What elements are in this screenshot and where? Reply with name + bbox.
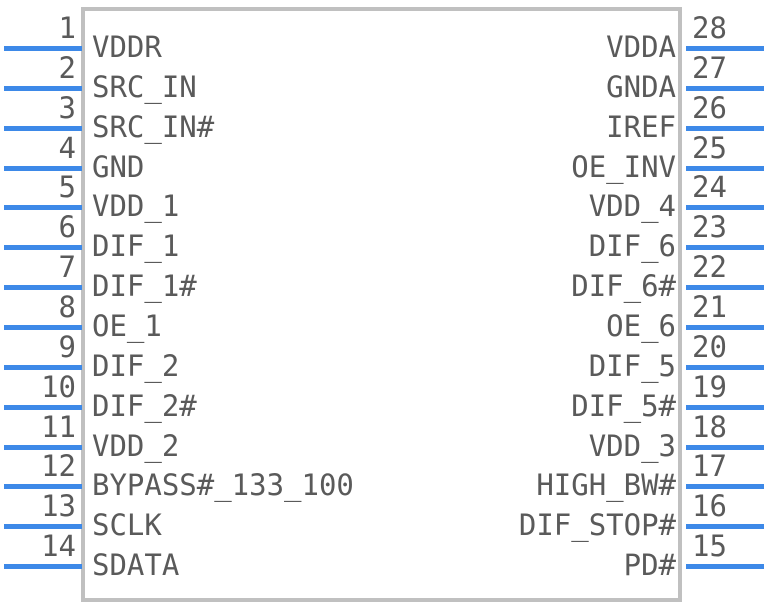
pin-number-21: 21 xyxy=(692,289,727,324)
pin-label-5: VDD_1 xyxy=(92,189,180,224)
schematic-symbol-canvas: 1 VDDR 2 SRC_IN 3 SRC_IN# 4 GND 5 VDD_1 6 DIF_1 7 DIF… xyxy=(0,0,768,612)
pin-label-11: VDD_2 xyxy=(92,428,180,463)
pin-label-10: DIF_2# xyxy=(92,388,197,423)
pin-line-14[interactable] xyxy=(4,564,82,570)
pin-label-1: VDDR xyxy=(92,30,162,64)
pin-number-6: 6 xyxy=(58,210,76,245)
pin-label-27: GNDA xyxy=(606,69,676,104)
pin-number-5: 5 xyxy=(58,170,76,205)
pin-number-3: 3 xyxy=(58,90,76,125)
pin-label-18: VDD_3 xyxy=(588,428,676,463)
pin-label-8: OE_1 xyxy=(92,308,162,343)
pin-number-8: 8 xyxy=(58,289,76,324)
pin-number-22: 22 xyxy=(692,250,727,285)
pin-number-12: 12 xyxy=(41,449,76,484)
pin-label-6: DIF_1 xyxy=(92,229,180,264)
pin-number-11: 11 xyxy=(41,409,76,444)
pin-label-25: OE_INV xyxy=(571,149,676,184)
pin-number-26: 26 xyxy=(692,90,727,125)
pin-label-23: DIF_6 xyxy=(588,229,676,264)
pin-label-14: SDATA xyxy=(92,548,180,583)
pin-label-9: DIF_2 xyxy=(92,348,180,383)
pin-number-16: 16 xyxy=(692,489,727,524)
pin-label-20: DIF_5 xyxy=(588,348,676,383)
pin-number-7: 7 xyxy=(58,250,76,285)
pin-number-1: 1 xyxy=(58,11,76,45)
pin-number-4: 4 xyxy=(58,130,76,165)
pin-number-14: 14 xyxy=(41,529,76,564)
pin-number-2: 2 xyxy=(58,50,76,85)
pin-line-3[interactable] xyxy=(4,125,82,131)
pin-line-10[interactable] xyxy=(4,404,82,410)
pin-label-4: GND xyxy=(92,149,145,184)
pin-label-3: SRC_IN# xyxy=(92,109,215,144)
pin-label-24: VDD_4 xyxy=(588,189,676,224)
pin-number-13: 13 xyxy=(41,489,76,524)
pin-label-12: BYPASS#_133_100 xyxy=(92,468,354,503)
pin-line-15[interactable] xyxy=(686,564,764,570)
pin-number-17: 17 xyxy=(692,449,727,484)
pin-number-28: 28 xyxy=(692,11,727,45)
pin-number-10: 10 xyxy=(41,369,76,404)
pin-label-15: PD# xyxy=(623,548,676,583)
pin-number-20: 20 xyxy=(692,329,727,364)
pin-label-19: DIF_5# xyxy=(571,388,676,423)
pin-label-16: DIF_STOP# xyxy=(518,508,676,543)
pin-number-27: 27 xyxy=(692,50,727,85)
pin-label-7: DIF_1# xyxy=(92,269,197,304)
pin-number-9: 9 xyxy=(58,329,76,364)
pin-label-22: DIF_6# xyxy=(571,269,676,304)
pin-line-19[interactable] xyxy=(686,404,764,410)
pin-number-15: 15 xyxy=(692,529,727,564)
pin-label-13: SCLK xyxy=(92,508,162,543)
pin-label-26: IREF xyxy=(606,109,676,144)
pin-number-25: 25 xyxy=(692,130,727,165)
pin-label-2: SRC_IN xyxy=(92,69,197,104)
pin-label-17: HIGH_BW# xyxy=(536,468,676,503)
pin-number-24: 24 xyxy=(692,170,727,205)
pin-number-23: 23 xyxy=(692,210,727,245)
pin-label-28: VDDA xyxy=(606,30,676,64)
pin-number-18: 18 xyxy=(692,409,727,444)
pin-number-19: 19 xyxy=(692,369,727,404)
pin-line-26[interactable] xyxy=(686,125,764,131)
pin-label-21: OE_6 xyxy=(606,308,676,343)
